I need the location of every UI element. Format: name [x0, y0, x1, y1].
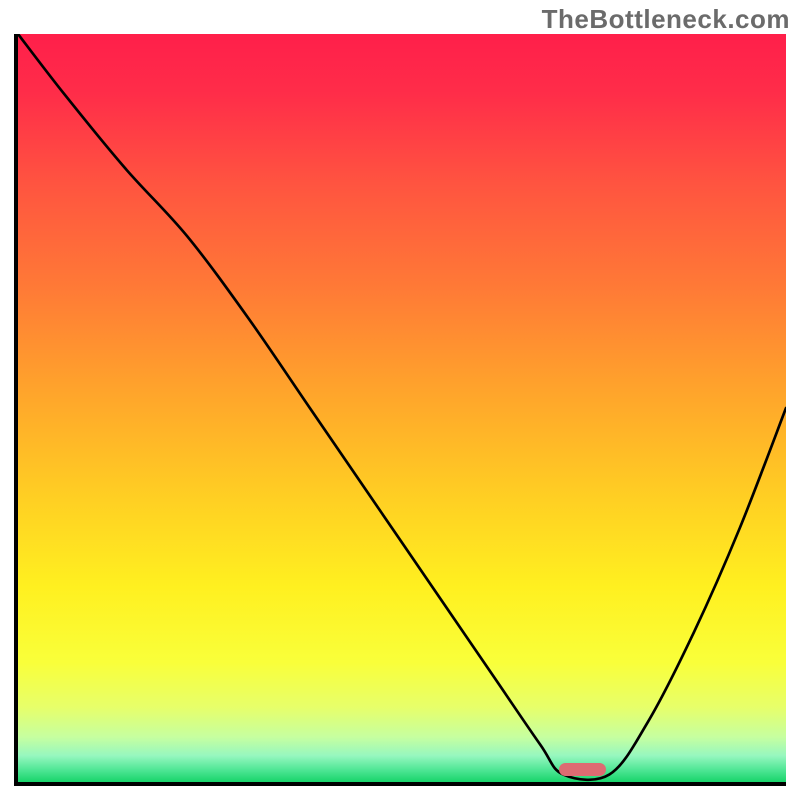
- curve-path: [18, 34, 786, 780]
- plot-inner: [18, 34, 786, 782]
- watermark-text: TheBottleneck.com: [542, 4, 790, 35]
- plot-frame: [14, 34, 786, 786]
- chart-stage: TheBottleneck.com: [0, 0, 800, 800]
- curve-layer: [18, 34, 786, 782]
- optimum-marker: [559, 763, 605, 776]
